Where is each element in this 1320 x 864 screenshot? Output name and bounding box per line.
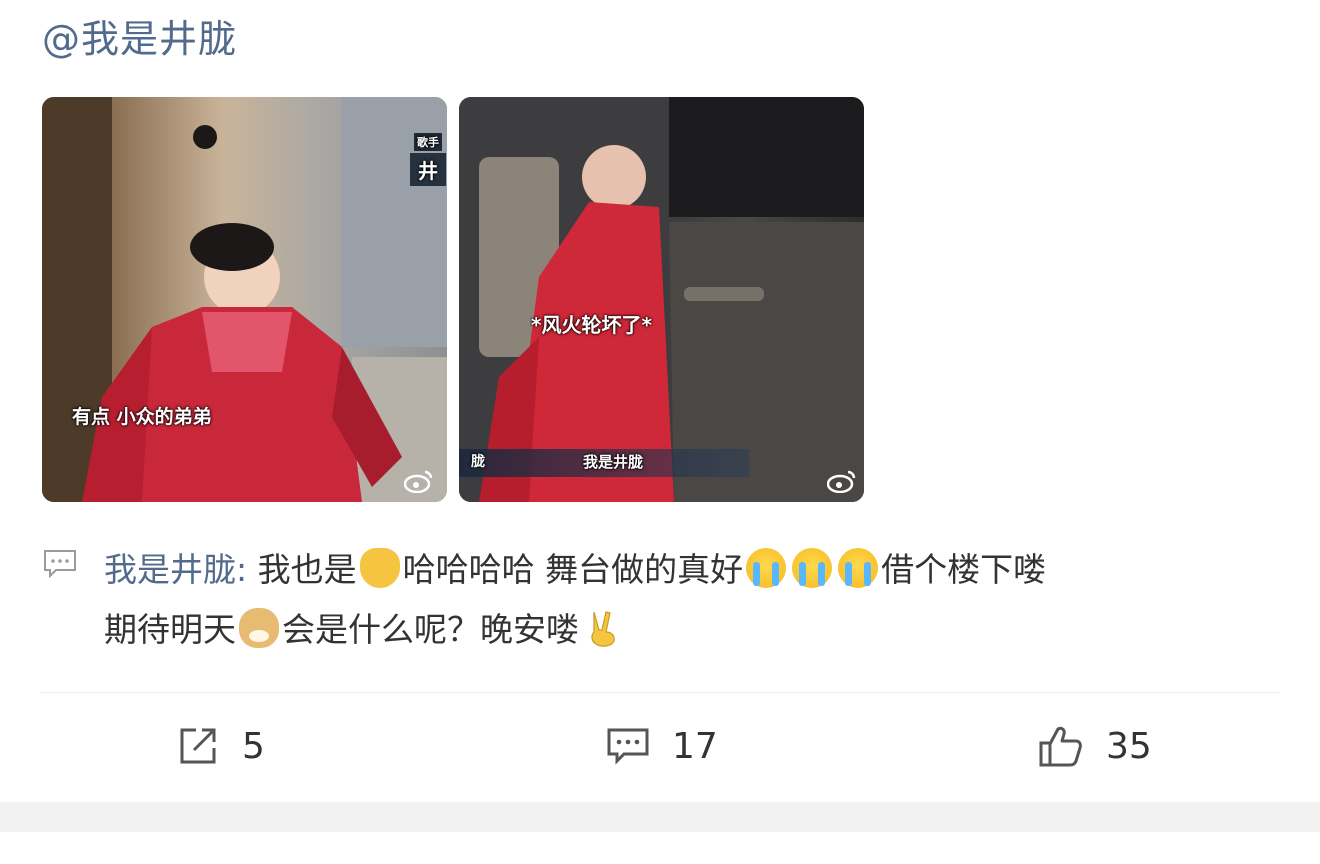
image-1-illustration bbox=[42, 97, 447, 502]
raising-hand-icon bbox=[359, 548, 400, 588]
image-1-corner-name: 井 bbox=[410, 153, 446, 186]
like-button[interactable]: 35 bbox=[1038, 722, 1152, 770]
image-2-name-bar-right: 我是井胧 bbox=[583, 453, 644, 471]
crying-icon bbox=[746, 548, 787, 588]
image-1-caption: 有点 小众的弟弟 bbox=[72, 406, 212, 428]
comment-author-link[interactable]: 我是井胧 bbox=[104, 550, 236, 589]
victory-hand-icon bbox=[591, 611, 615, 647]
comment-count: 17 bbox=[672, 725, 718, 767]
repost-button[interactable]: 5 bbox=[176, 722, 265, 770]
doge-icon bbox=[239, 608, 279, 648]
image-2-name-bar: 胧 我是井胧 bbox=[459, 449, 749, 477]
comment-author-separator: : bbox=[236, 550, 258, 589]
repost-count: 5 bbox=[242, 725, 265, 767]
feed-separator bbox=[0, 802, 1320, 832]
crying-icon bbox=[838, 548, 879, 588]
comment-icon bbox=[607, 728, 649, 765]
image-1-corner-tag: 歌手 bbox=[414, 133, 442, 151]
divider bbox=[40, 692, 1280, 693]
comment-text-segment: 我也是 bbox=[257, 550, 357, 589]
image-2-illustration bbox=[459, 97, 864, 502]
image-2-caption: *风火轮坏了* bbox=[531, 313, 652, 337]
crying-icon bbox=[792, 548, 833, 588]
comment-preview-icon bbox=[44, 550, 76, 579]
repost-icon bbox=[180, 728, 216, 764]
thumbs-up-icon bbox=[1039, 726, 1082, 767]
weibo-watermark-icon bbox=[404, 470, 433, 493]
comment-text-segment: 哈哈哈哈 舞台做的真好 bbox=[402, 550, 744, 589]
mention-link[interactable]: @我是井胧 bbox=[42, 8, 237, 63]
weibo-watermark-icon bbox=[827, 470, 856, 493]
post-image-2[interactable]: *风火轮坏了* 胧 我是井胧 bbox=[459, 97, 864, 502]
comment-preview-text: 我是井胧: 我也是 哈哈哈哈 舞台做的真好 借个楼下喽期待明天 会是什么呢？晚安喽 bbox=[104, 540, 1274, 660]
like-count: 35 bbox=[1106, 725, 1152, 767]
comment-button[interactable]: 17 bbox=[606, 722, 718, 770]
comment-text-segment: 借个楼下喽 bbox=[881, 550, 1047, 589]
comment-text-segment: 会是什么呢？晚安喽 bbox=[282, 610, 579, 649]
post-image-1[interactable]: 有点 小众的弟弟 歌手 井 bbox=[42, 97, 447, 502]
comment-text-segment: 期待明天 bbox=[104, 610, 236, 649]
image-2-name-bar-left: 胧 bbox=[471, 454, 485, 470]
next-card-edge bbox=[0, 832, 1320, 864]
